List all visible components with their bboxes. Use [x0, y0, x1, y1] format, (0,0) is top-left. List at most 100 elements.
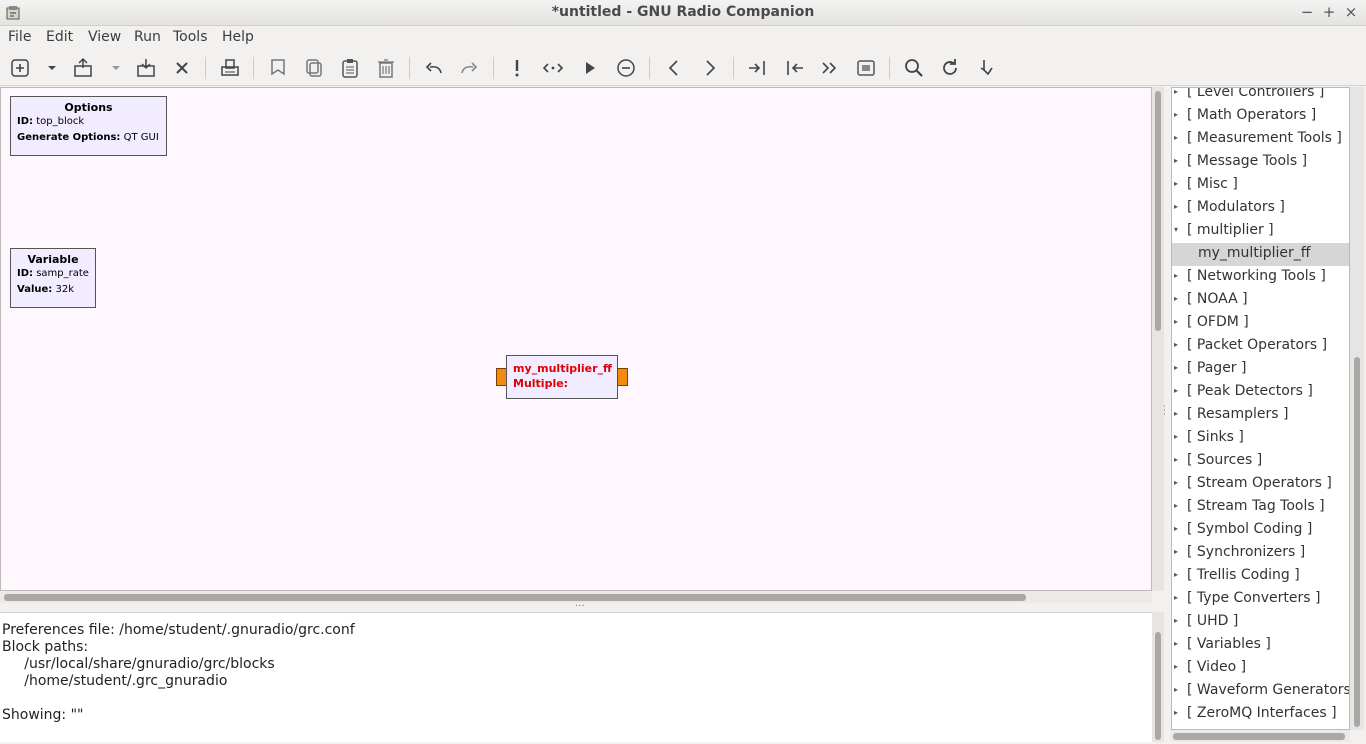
find-icon[interactable] — [902, 56, 926, 80]
block-library-tree[interactable]: ▸ [ Level Controllers ] ▸ [ Math Operators … — [1171, 87, 1350, 730]
my-multiplier-block[interactable]: my_multiplier_ff Multiple: — [506, 355, 618, 399]
tree-category[interactable]: ▸ [ Symbol Coding ] — [1172, 519, 1349, 542]
hide-icon[interactable] — [974, 56, 998, 80]
open-icon[interactable] — [71, 56, 95, 80]
expander-right-icon[interactable]: ▸ — [1174, 340, 1178, 349]
tree-category[interactable]: ▸ [ UHD ] — [1172, 611, 1349, 634]
expander-right-icon[interactable]: ▸ — [1174, 455, 1178, 464]
expander-right-icon[interactable]: ▸ — [1174, 363, 1178, 372]
tree-category[interactable]: ▸ [ Networking Tools ] — [1172, 266, 1349, 289]
tree-horizontal-scrollbar[interactable] — [1171, 730, 1350, 742]
tree-category[interactable]: ▸ [ Sources ] — [1172, 450, 1349, 473]
generate-icon[interactable] — [505, 56, 529, 80]
rotate-ccw-icon[interactable] — [662, 56, 686, 80]
menu-help[interactable]: Help — [222, 29, 254, 45]
expander-right-icon[interactable]: ▸ — [1174, 179, 1178, 188]
expander-right-icon[interactable]: ▸ — [1174, 639, 1178, 648]
scrollbar-thumb[interactable] — [1155, 632, 1161, 740]
tree-category[interactable]: ▸ [ Synchronizers ] — [1172, 542, 1349, 565]
expander-right-icon[interactable]: ▸ — [1174, 662, 1178, 671]
tree-category[interactable]: ▸ [ Variables ] — [1172, 634, 1349, 657]
expander-right-icon[interactable]: ▸ — [1174, 202, 1178, 211]
expander-right-icon[interactable]: ▸ — [1174, 524, 1178, 533]
disable-icon[interactable] — [614, 56, 638, 80]
paste-icon[interactable] — [338, 56, 362, 80]
expander-right-icon[interactable]: ▸ — [1174, 547, 1178, 556]
copy-icon[interactable] — [302, 56, 326, 80]
options-block[interactable]: Options ID: top_block Generate Options: … — [10, 96, 167, 156]
pane-resize-handle[interactable]: ··· — [575, 601, 585, 612]
tree-category[interactable]: ▾ [ multiplier ] — [1172, 220, 1349, 243]
expander-right-icon[interactable]: ▸ — [1174, 317, 1178, 326]
expander-right-icon[interactable]: ▸ — [1174, 570, 1178, 579]
expander-right-icon[interactable]: ▸ — [1174, 110, 1178, 119]
tree-category[interactable]: ▸ [ Stream Operators ] — [1172, 473, 1349, 496]
open-dropdown-icon[interactable] — [104, 56, 120, 80]
flowgraph-canvas[interactable]: Options ID: top_block Generate Options: … — [0, 87, 1152, 591]
expander-right-icon[interactable]: ▸ — [1174, 88, 1178, 96]
expander-right-icon[interactable]: ▸ — [1174, 593, 1178, 602]
new-icon[interactable] — [8, 56, 32, 80]
minimize-button[interactable]: − — [1297, 2, 1317, 22]
tree-category[interactable]: ▸ [ Resamplers ] — [1172, 404, 1349, 427]
tree-category[interactable]: ▸ [ Type Converters ] — [1172, 588, 1349, 611]
rotate-cw-icon[interactable] — [698, 56, 722, 80]
save-icon[interactable] — [134, 56, 158, 80]
variable-block[interactable]: Variable ID: samp_rate Value: 32k — [10, 248, 96, 308]
tree-category[interactable]: ▸ [ Level Controllers ] — [1172, 88, 1349, 105]
new-dropdown-icon[interactable] — [40, 56, 56, 80]
print-icon[interactable] — [218, 56, 242, 80]
expander-right-icon[interactable]: ▸ — [1174, 708, 1178, 717]
tree-block-item[interactable]: my_multiplier_ff — [1172, 243, 1349, 266]
output-port[interactable] — [617, 368, 628, 386]
close-window-button[interactable]: × — [1341, 2, 1361, 22]
bypass-all-icon[interactable] — [818, 56, 842, 80]
scrollbar-thumb[interactable] — [4, 594, 1026, 601]
scrollbar-thumb[interactable] — [1155, 91, 1161, 331]
pane-resize-handle[interactable]: ··· — [1163, 403, 1169, 420]
expander-right-icon[interactable]: ▸ — [1174, 478, 1178, 487]
menu-view[interactable]: View — [88, 29, 121, 45]
expander-right-icon[interactable]: ▸ — [1174, 156, 1178, 165]
kill-icon[interactable] — [578, 56, 602, 80]
expander-right-icon[interactable]: ▸ — [1174, 386, 1178, 395]
canvas-vertical-scrollbar[interactable] — [1152, 87, 1164, 591]
undo-icon[interactable] — [422, 56, 446, 80]
bypass-icon[interactable] — [782, 56, 806, 80]
delete-icon[interactable] — [374, 56, 398, 80]
expander-right-icon[interactable]: ▸ — [1174, 501, 1178, 510]
tree-category[interactable]: ▸ [ Misc ] — [1172, 174, 1349, 197]
menu-run[interactable]: Run — [134, 29, 161, 45]
tree-category[interactable]: ▸ [ Modulators ] — [1172, 197, 1349, 220]
close-icon[interactable] — [170, 56, 194, 80]
expander-down-icon[interactable]: ▾ — [1174, 225, 1178, 234]
expander-right-icon[interactable]: ▸ — [1174, 294, 1178, 303]
menu-tools[interactable]: Tools — [173, 29, 208, 45]
tree-vertical-scrollbar[interactable] — [1350, 87, 1364, 730]
tree-category[interactable]: ▸ [ Stream Tag Tools ] — [1172, 496, 1349, 519]
tree-category[interactable]: ▸ [ Packet Operators ] — [1172, 335, 1349, 358]
cut-icon[interactable] — [266, 56, 290, 80]
console-panel[interactable]: Preferences file: /home/student/.gnuradi… — [0, 612, 1152, 742]
tree-category[interactable]: ▸ [ Math Operators ] — [1172, 105, 1349, 128]
enable-icon[interactable] — [746, 56, 770, 80]
tree-category[interactable]: ▸ [ Sinks ] — [1172, 427, 1349, 450]
execute-icon[interactable] — [541, 56, 565, 80]
expander-right-icon[interactable]: ▸ — [1174, 133, 1178, 142]
expander-right-icon[interactable]: ▸ — [1174, 271, 1178, 280]
tree-category[interactable]: ▸ [ Measurement Tools ] — [1172, 128, 1349, 151]
tree-category[interactable]: ▸ [ Video ] — [1172, 657, 1349, 680]
tree-category[interactable]: ▸ [ ZeroMQ Interfaces ] — [1172, 703, 1349, 726]
tree-category[interactable]: ▸ [ Trellis Coding ] — [1172, 565, 1349, 588]
tree-category[interactable]: ▸ [ Message Tools ] — [1172, 151, 1349, 174]
tree-category[interactable]: ▸ [ OFDM ] — [1172, 312, 1349, 335]
screenshot-icon[interactable] — [854, 56, 878, 80]
redo-icon[interactable] — [457, 56, 481, 80]
maximize-button[interactable]: + — [1319, 2, 1339, 22]
menu-file[interactable]: File — [8, 29, 31, 45]
expander-right-icon[interactable]: ▸ — [1174, 409, 1178, 418]
scrollbar-thumb[interactable] — [1354, 357, 1360, 727]
menu-edit[interactable]: Edit — [46, 29, 73, 45]
expander-right-icon[interactable]: ▸ — [1174, 432, 1178, 441]
tree-category[interactable]: ▸ [ NOAA ] — [1172, 289, 1349, 312]
